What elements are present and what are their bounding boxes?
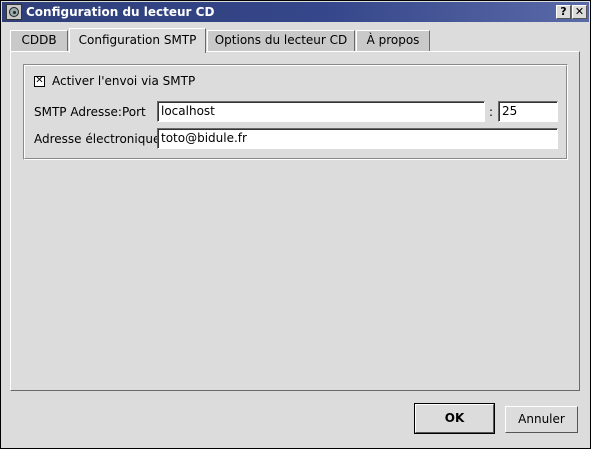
smtp-host-input[interactable]: localhost	[157, 101, 485, 122]
cancel-button[interactable]: Annuler	[505, 406, 578, 433]
email-input[interactable]: toto@bidule.fr	[157, 128, 558, 149]
enable-smtp-label[interactable]: Activer l'envoi via SMTP	[52, 74, 195, 88]
smtp-address-label: SMTP Adresse:Port	[34, 105, 146, 119]
tab-cddb[interactable]: CDDB	[10, 30, 68, 51]
port-separator: :	[489, 105, 494, 119]
title-bar[interactable]: Configuration du lecteur CD ? ✕	[2, 2, 589, 22]
close-button[interactable]: ✕	[572, 5, 587, 19]
help-button[interactable]: ?	[556, 5, 571, 19]
ok-button[interactable]: OK	[414, 403, 495, 434]
tab-cd-options[interactable]: Options du lecteur CD	[207, 30, 355, 51]
cd-player-icon[interactable]	[6, 4, 22, 20]
tab-bar: CDDB Configuration SMTP Options du lecte…	[10, 28, 582, 53]
enable-smtp-checkbox[interactable]: ✕	[34, 76, 45, 87]
email-label: Adresse électronique	[34, 132, 161, 146]
dialog-window: Configuration du lecteur CD ? ✕ CDDB Con…	[0, 0, 591, 449]
tab-about[interactable]: À propos	[356, 30, 430, 51]
smtp-port-input[interactable]: 25	[498, 101, 558, 122]
disc-hole	[13, 11, 16, 14]
window-title: Configuration du lecteur CD	[26, 5, 215, 19]
tab-smtp[interactable]: Configuration SMTP	[69, 28, 206, 53]
